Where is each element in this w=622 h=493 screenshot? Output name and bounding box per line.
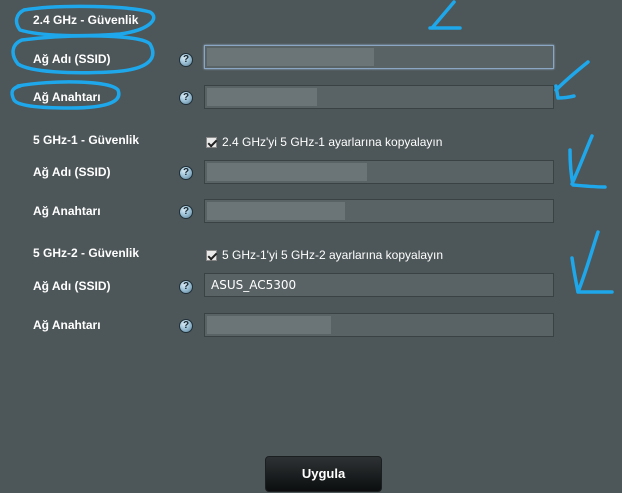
apply-button[interactable]: Uygula [265, 456, 382, 492]
copy-checkbox-row-5g1[interactable]: 2.4 GHz'yi 5 GHz-1 ayarlarına kopyalayın [206, 135, 442, 149]
key-input-5g1[interactable] [204, 199, 554, 223]
copy-checkbox-row-5g2[interactable]: 5 GHz-1'yi 5 GHz-2 ayarlarına kopyalayın [206, 248, 443, 262]
ssid-label-5g1: Ağ Adı (SSID) [33, 165, 111, 179]
help-icon[interactable]: ? [179, 205, 193, 219]
key-input-2g[interactable] [204, 85, 554, 109]
annotation-arrow-3 [568, 134, 607, 189]
key-label-5g1: Ağ Anahtarı [33, 204, 101, 218]
copy-checkbox-5g1[interactable] [206, 136, 217, 148]
annotation-arrow-1 [428, 0, 462, 30]
section-title-2g: 2.4 GHz - Güvenlik [33, 13, 139, 27]
ssid-label-2g: Ağ Adı (SSID) [33, 52, 111, 66]
section-title-5g2: 5 GHz-2 - Güvenlik [33, 246, 140, 260]
help-icon[interactable]: ? [179, 319, 193, 333]
masked-text [207, 202, 345, 220]
help-icon[interactable]: ? [179, 280, 193, 294]
help-icon[interactable]: ? [179, 91, 193, 105]
ssid-input-5g2[interactable]: ASUS_AC5300 [204, 273, 554, 297]
copy-label-5g1: 2.4 GHz'yi 5 GHz-1 ayarlarına kopyalayın [222, 135, 443, 149]
help-icon[interactable]: ? [179, 53, 193, 67]
ssid-input-5g1[interactable] [204, 160, 554, 184]
masked-text [207, 316, 331, 334]
copy-checkbox-5g2[interactable] [206, 249, 217, 261]
masked-text [207, 48, 374, 66]
copy-label-5g2: 5 GHz-1'yi 5 GHz-2 ayarlarına kopyalayın [222, 248, 444, 262]
key-input-5g2[interactable] [204, 313, 554, 337]
masked-text [207, 88, 317, 106]
help-icon[interactable]: ? [179, 166, 193, 180]
masked-text [207, 163, 367, 181]
section-title-5g1: 5 GHz-1 - Güvenlik [33, 133, 140, 147]
key-label-5g2: Ağ Anahtarı [33, 318, 101, 332]
ssid-value-5g2: ASUS_AC5300 [211, 278, 297, 292]
ssid-label-5g2: Ağ Adı (SSID) [33, 279, 111, 293]
annotation-arrow-2 [554, 60, 590, 100]
ssid-input-2g[interactable] [204, 45, 554, 69]
key-label-2g: Ağ Anahtarı [33, 90, 101, 104]
annotation-arrow-4 [570, 230, 614, 294]
